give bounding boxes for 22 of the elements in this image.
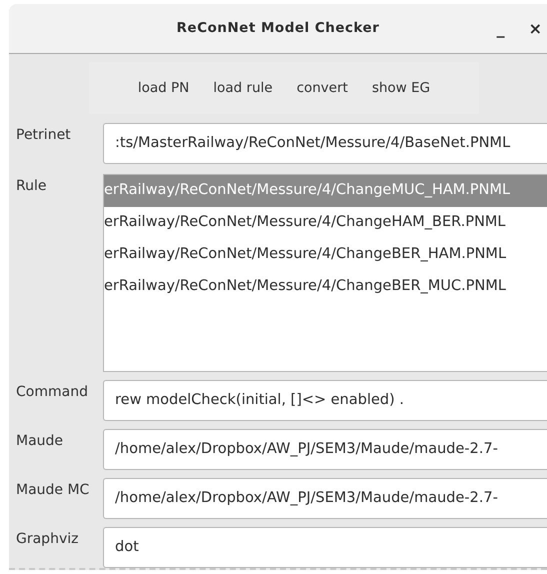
field-label: Petrinet — [15, 126, 72, 145]
toolbar-button[interactable]: load rule — [208, 74, 278, 102]
toolbar-button[interactable]: convert — [292, 74, 353, 102]
input-field[interactable]: dot — [103, 527, 547, 568]
input-field[interactable]: :ts/MasterRailway/ReConNet/Messure/4/BaseNet.PNML — [103, 123, 547, 164]
field-label: Command — [15, 383, 89, 402]
window-title: ReConNet Model Checker — [176, 19, 380, 38]
input-field[interactable]: /home/alex/Dropbox/AW_PJ/SEM3/Maude/maude-2.7- — [103, 478, 547, 519]
input-field[interactable]: rew modelCheck(initial, []<> enabled) . — [103, 380, 547, 421]
input-field[interactable]: /home/alex/Dropbox/AW_PJ/SEM3/Maude/maude-2.7- — [103, 429, 547, 470]
list-item[interactable]: erRailway/ReConNet/Messure/4/ChangeHAM_BER.PNML — [104, 207, 547, 239]
field-label: Rule — [15, 177, 48, 196]
toolbar-button[interactable]: load PN — [132, 74, 194, 102]
field-label: Graphviz — [15, 530, 80, 549]
minimize-button[interactable]: _ — [494, 16, 507, 40]
list-item[interactable]: erRailway/ReConNet/Messure/4/ChangeBER_HAM.PNML — [104, 239, 547, 271]
field-label: Maude — [15, 432, 64, 451]
rule-list[interactable]: erRailway/ReConNet/Messure/4/ChangeMUC_HAM.PNML erRailway/ReConNet/Messure/4/ChangeHAM_BER.PNML erRailway/ReConNet/Messure/4/ChangeBER_HAM.PNML erRailway/ReConNet/Messure/4/ChangeBER_MUC.PNML — [103, 174, 547, 372]
close-button[interactable]: × — [526, 16, 544, 40]
field-label: Maude MC — [15, 481, 90, 500]
toolbar-button[interactable]: show EG — [366, 74, 436, 102]
list-item[interactable]: erRailway/ReConNet/Messure/4/ChangeBER_MUC.PNML — [104, 271, 547, 303]
